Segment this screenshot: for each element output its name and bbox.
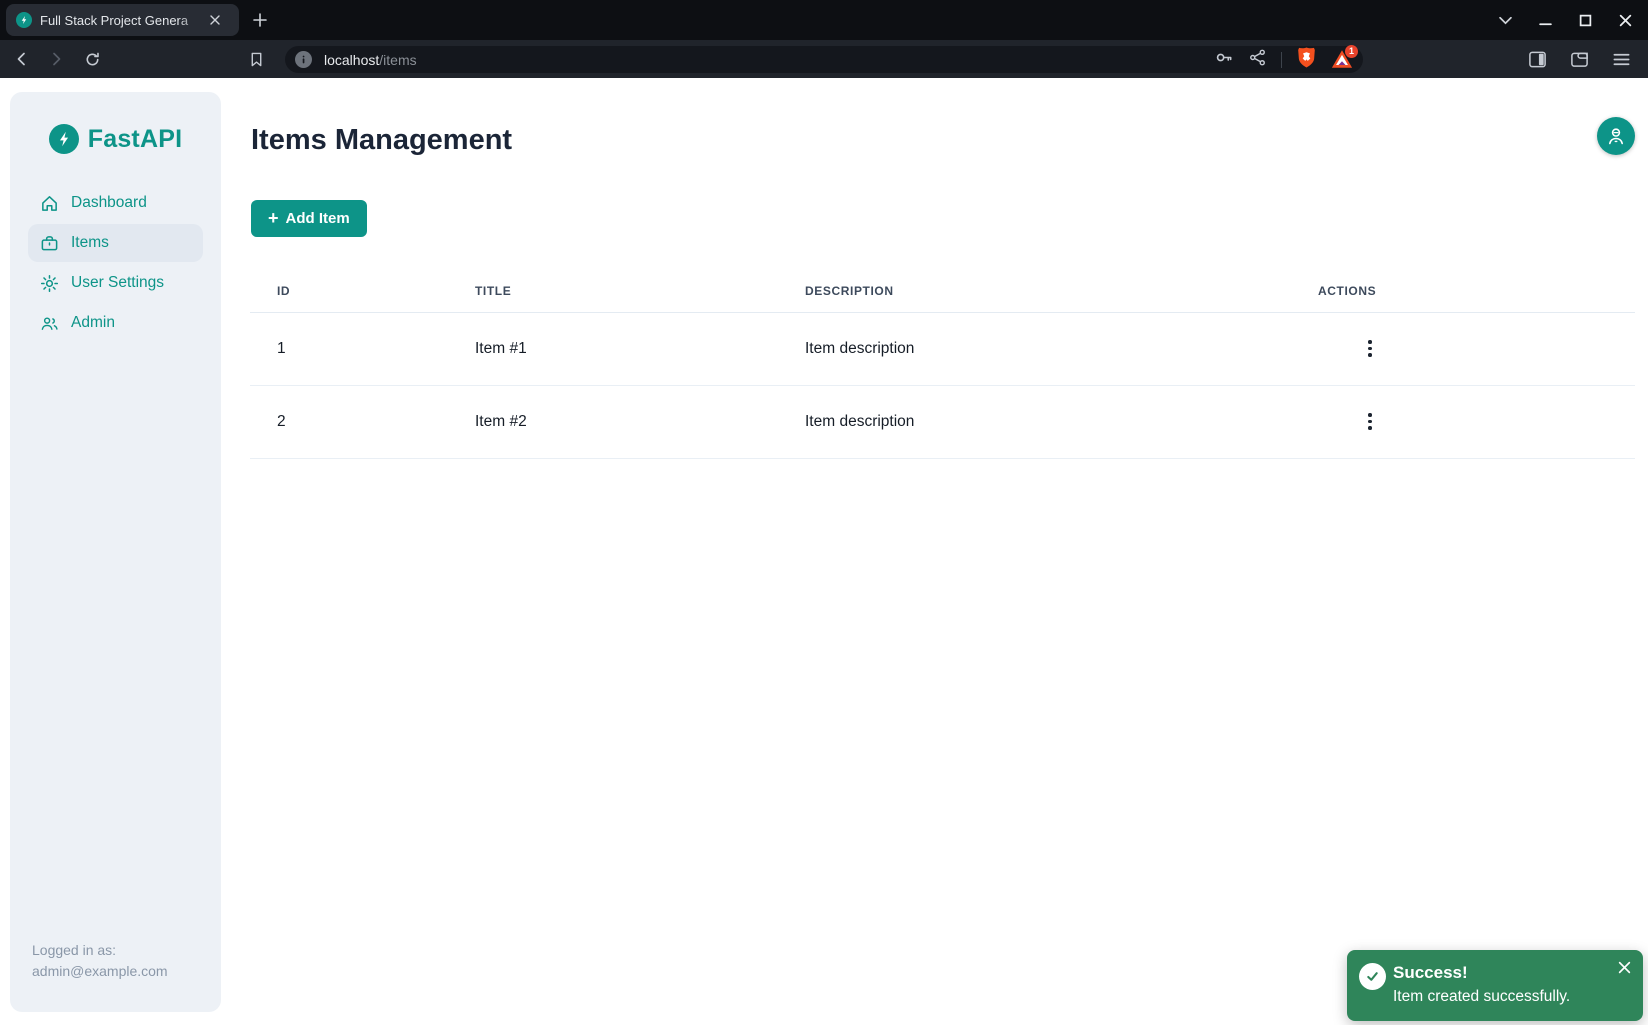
check-circle-icon: [1359, 963, 1386, 990]
success-toast: Success! Item created successfully.: [1347, 950, 1643, 1021]
sidebar-nav: Dashboard Items User Settings: [28, 184, 203, 342]
sidebar-item-label: Items: [71, 234, 109, 252]
user-avatar-button[interactable]: [1597, 117, 1635, 155]
tab-close-icon[interactable]: [206, 11, 224, 29]
rewards-badge: 1: [1345, 45, 1358, 58]
reload-button[interactable]: [78, 45, 106, 73]
col-header-description: DESCRIPTION: [778, 270, 1291, 312]
app-page: FastAPI Dashboard Items: [0, 78, 1648, 1025]
toast-close-icon[interactable]: [1615, 958, 1633, 976]
col-header-title: TITLE: [448, 270, 778, 312]
toast-title: Success!: [1393, 963, 1468, 983]
tab-title: Full Stack Project Genera: [40, 13, 206, 28]
url-bar[interactable]: localhost/items 1: [285, 46, 1363, 73]
users-icon: [40, 314, 59, 333]
sidebar-item-label: Admin: [71, 314, 115, 332]
brave-rewards-icon[interactable]: 1: [1331, 49, 1353, 71]
window-controls: [1496, 0, 1648, 40]
new-tab-button[interactable]: [248, 8, 272, 32]
back-button[interactable]: [8, 45, 36, 73]
app-logo-text: FastAPI: [88, 125, 182, 154]
items-table: ID TITLE DESCRIPTION ACTIONS 1 Item #1 I…: [250, 270, 1635, 459]
add-item-button[interactable]: + Add Item: [251, 200, 367, 237]
row-actions-kebab-icon[interactable]: [1355, 407, 1385, 437]
key-icon[interactable]: [1213, 47, 1234, 73]
cell-id: 1: [250, 312, 448, 385]
sidebar-item-label: User Settings: [71, 274, 164, 292]
logged-in-email: admin@example.com: [32, 961, 168, 982]
cell-title: Item #1: [448, 312, 778, 385]
row-actions-kebab-icon[interactable]: [1355, 334, 1385, 364]
logged-in-info: Logged in as: admin@example.com: [32, 940, 168, 982]
share-icon[interactable]: [1248, 48, 1267, 72]
browser-toolbar: localhost/items 1: [0, 40, 1648, 78]
divider: [1281, 52, 1282, 68]
cell-actions: [1291, 312, 1635, 385]
close-window-button[interactable]: [1616, 11, 1634, 29]
browser-tab[interactable]: Full Stack Project Genera: [6, 4, 239, 36]
sidebar-item-label: Dashboard: [71, 194, 147, 212]
logged-in-label: Logged in as:: [32, 940, 168, 961]
sidebar-item-items[interactable]: Items: [28, 224, 203, 262]
cell-description: Item description: [778, 312, 1291, 385]
favicon-lightning-icon: [16, 12, 32, 28]
col-header-id: ID: [250, 270, 448, 312]
sidebar-item-admin[interactable]: Admin: [28, 304, 203, 342]
sidebar-item-dashboard[interactable]: Dashboard: [28, 184, 203, 222]
table-row: 2 Item #2 Item description: [250, 385, 1635, 458]
site-info-icon[interactable]: [295, 51, 312, 68]
table-header-row: ID TITLE DESCRIPTION ACTIONS: [250, 270, 1635, 312]
minimize-button[interactable]: [1536, 11, 1554, 29]
plus-icon: +: [268, 209, 279, 227]
url-host: localhost: [324, 52, 379, 68]
sidebar: FastAPI Dashboard Items: [10, 92, 221, 1012]
brave-shield-icon[interactable]: [1296, 46, 1317, 74]
fastapi-lightning-icon: [49, 124, 79, 154]
app-logo: FastAPI: [10, 124, 221, 154]
sidebar-panel-icon[interactable]: [1524, 46, 1550, 72]
add-item-label: Add Item: [286, 210, 350, 227]
url-text: localhost/items: [324, 52, 1213, 68]
tab-search-chevron-icon[interactable]: [1496, 11, 1514, 29]
wallet-panel-icon[interactable]: [1566, 46, 1592, 72]
bookmark-icon[interactable]: [242, 45, 270, 73]
cell-actions: [1291, 385, 1635, 458]
table-row: 1 Item #1 Item description: [250, 312, 1635, 385]
urlbar-icons: 1: [1213, 46, 1353, 74]
page-title: Items Management: [251, 124, 512, 157]
home-icon: [40, 194, 59, 213]
menu-hamburger-icon[interactable]: [1608, 46, 1634, 72]
cell-id: 2: [250, 385, 448, 458]
cell-description: Item description: [778, 385, 1291, 458]
col-header-actions: ACTIONS: [1291, 270, 1635, 312]
gear-icon: [40, 274, 59, 293]
maximize-button[interactable]: [1576, 11, 1594, 29]
tab-strip: Full Stack Project Genera: [0, 0, 1648, 40]
toast-message: Item created successfully.: [1393, 988, 1570, 1006]
browser-window: Full Stack Project Genera: [0, 0, 1648, 1025]
toolbar-right: [1524, 40, 1648, 78]
url-path: /items: [379, 52, 416, 68]
sidebar-item-user-settings[interactable]: User Settings: [28, 264, 203, 302]
forward-button[interactable]: [42, 45, 70, 73]
cell-title: Item #2: [448, 385, 778, 458]
briefcase-icon: [40, 234, 59, 253]
